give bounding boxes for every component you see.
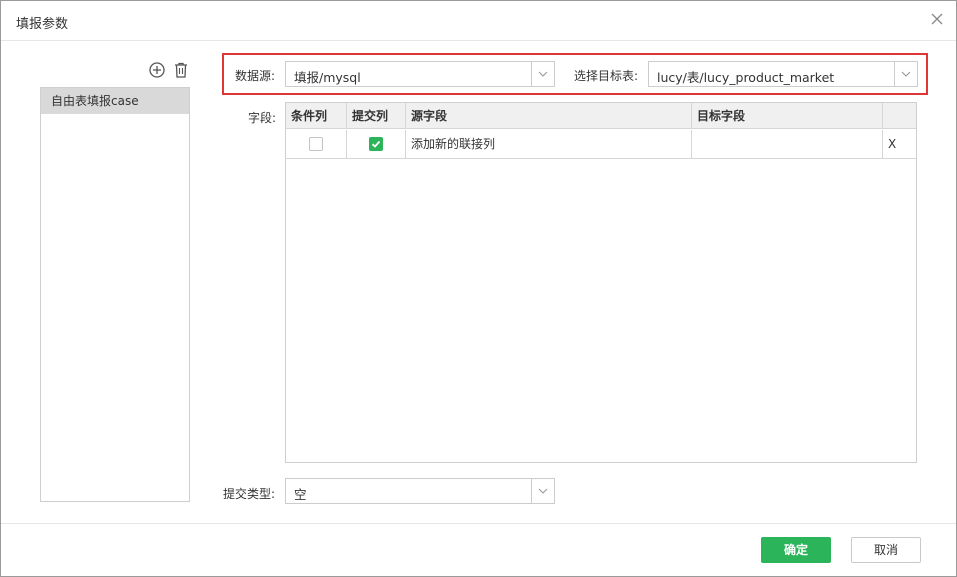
source-field-cell[interactable]: 添加新的联接列 <box>406 130 692 159</box>
case-list-item[interactable]: 自由表填报case <box>41 88 189 114</box>
submit-cell <box>347 130 406 159</box>
ok-button[interactable]: 确定 <box>761 537 831 563</box>
column-header-condition: 条件列 <box>286 103 347 129</box>
dialog-footer: 确定 取消 <box>1 523 956 576</box>
target-table-label: 选择目标表: <box>574 69 639 83</box>
datasource-select[interactable]: 填报/mysql <box>285 61 555 87</box>
column-header-submit: 提交列 <box>347 103 406 129</box>
target-table-value: lucy/表/lucy_product_market <box>657 70 835 85</box>
trash-icon[interactable] <box>172 61 190 79</box>
cancel-button[interactable]: 取消 <box>851 537 921 563</box>
target-field-cell[interactable] <box>692 130 883 159</box>
fields-table-header: 条件列 提交列 源字段 目标字段 <box>286 103 916 129</box>
datasource-label: 数据源: <box>235 69 276 83</box>
submit-type-select[interactable]: 空 <box>285 478 555 504</box>
condition-checkbox[interactable] <box>309 137 323 151</box>
submit-checkbox[interactable] <box>369 137 383 151</box>
close-icon[interactable] <box>930 12 944 26</box>
dialog-title: 填报参数 <box>16 17 69 32</box>
chevron-down-icon[interactable] <box>531 479 554 503</box>
remove-row-button[interactable]: X <box>883 130 916 159</box>
submit-type-value: 空 <box>294 487 307 502</box>
fields-table: 条件列 提交列 源字段 目标字段 添加新的联接列 X <box>285 102 917 463</box>
column-header-actions <box>883 103 916 129</box>
chevron-down-icon[interactable] <box>894 62 917 86</box>
column-header-target-field: 目标字段 <box>692 103 883 129</box>
condition-cell <box>286 130 347 159</box>
datasource-value: 填报/mysql <box>294 70 361 85</box>
fields-label: 字段: <box>248 111 277 125</box>
fill-params-dialog: 填报参数 自由表填报case 数据源: 填报/mysql 选择目标表: lucy… <box>0 0 957 577</box>
add-circle-icon[interactable] <box>148 61 166 79</box>
submit-type-label: 提交类型: <box>223 487 276 501</box>
column-header-source-field: 源字段 <box>406 103 692 129</box>
target-table-select[interactable]: lucy/表/lucy_product_market <box>648 61 918 87</box>
table-row: 添加新的联接列 X <box>286 130 916 159</box>
dialog-titlebar: 填报参数 <box>1 1 956 41</box>
chevron-down-icon[interactable] <box>531 62 554 86</box>
case-list: 自由表填报case <box>40 87 190 502</box>
checkmark-icon <box>371 140 381 148</box>
